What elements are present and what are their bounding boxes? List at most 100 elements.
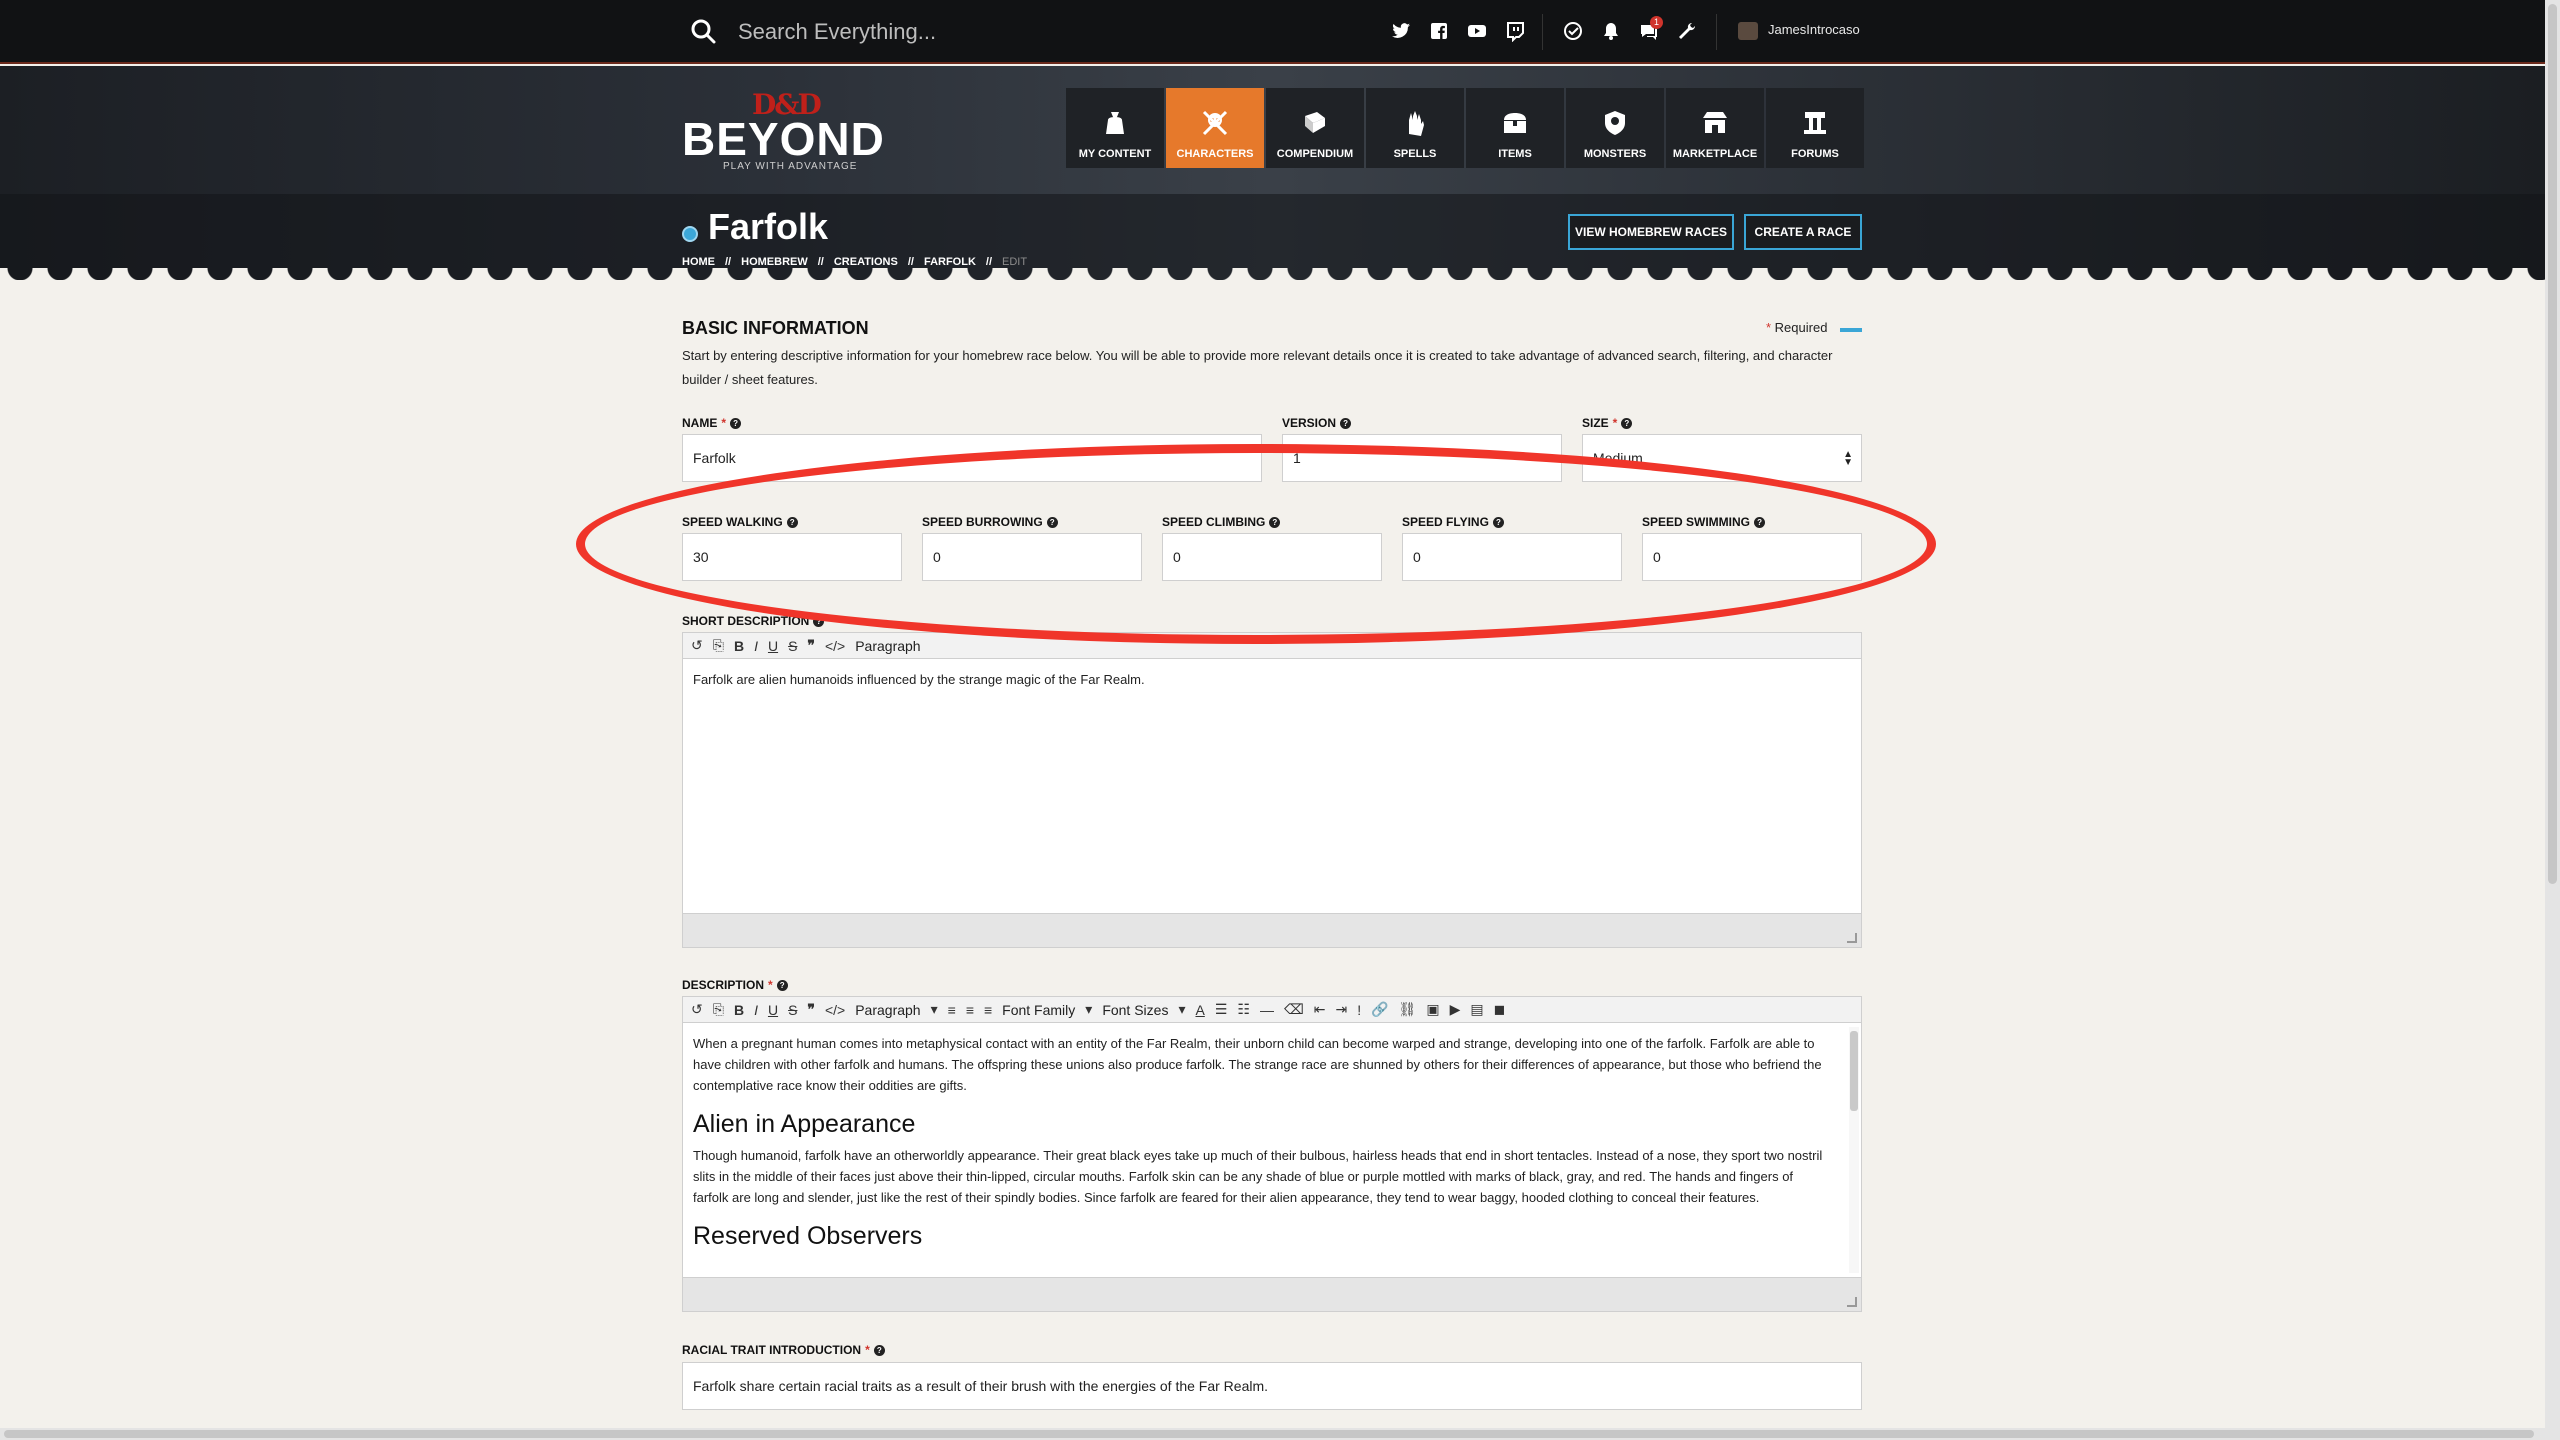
speed-climbing-field[interactable] (1162, 533, 1382, 581)
image-icon[interactable]: ▣ (1426, 1001, 1439, 1018)
align-left-icon[interactable]: ≡ (948, 1002, 956, 1018)
bell-icon[interactable] (1600, 20, 1622, 42)
facebook-icon[interactable] (1428, 20, 1450, 42)
breadcrumb-homebrew[interactable]: HOMEBREW (741, 256, 808, 268)
help-icon[interactable]: ? (1754, 516, 1766, 528)
description-content[interactable]: When a pregnant human comes into metaphy… (683, 1023, 1861, 1275)
outdent-icon[interactable]: ⇤ (1314, 1001, 1326, 1018)
dropdown-caret-icon[interactable]: ▾ (931, 1001, 938, 1018)
nav-forums[interactable]: FORUMS (1766, 88, 1864, 168)
page-scrollbar[interactable] (2545, 0, 2560, 1440)
clear-format-icon[interactable]: ⌫ (1284, 1001, 1304, 1018)
help-icon[interactable]: ? (730, 417, 742, 429)
help-icon[interactable]: ? (1492, 516, 1504, 528)
breadcrumb-farfolk[interactable]: FARFOLK (924, 256, 976, 268)
nav-compendium[interactable]: COMPENDIUM (1266, 88, 1364, 168)
align-center-icon[interactable]: ≡ (966, 1002, 974, 1018)
short-description-content[interactable]: Farfolk are alien humanoids influenced b… (683, 659, 1861, 700)
code-icon[interactable]: </> (825, 1002, 845, 1018)
version-field[interactable] (1282, 434, 1562, 482)
underline-icon[interactable]: U (768, 638, 778, 654)
description-editor[interactable]: ↺ ⎘ B I U S ❞ </> Paragraph ▾ ≡ ≡ ≡ Font… (682, 996, 1862, 1312)
help-icon[interactable]: ? (776, 979, 788, 991)
breadcrumb-creations[interactable]: CREATIONS (834, 256, 898, 268)
numbered-list-icon[interactable]: ☷ (1237, 1001, 1250, 1018)
speed-flying-label: SPEED FLYING? (1402, 515, 1504, 529)
paragraph-select[interactable]: Paragraph (855, 638, 920, 654)
search-icon[interactable] (690, 18, 716, 44)
font-sizes-select[interactable]: Font Sizes (1102, 1002, 1168, 1018)
resize-handle-icon[interactable] (1847, 1297, 1857, 1307)
horizontal-scrollbar[interactable] (0, 1428, 2545, 1440)
help-icon[interactable]: ? (1340, 417, 1352, 429)
undo-icon[interactable]: ↺ (691, 1001, 703, 1018)
source-icon[interactable]: ◼ (1494, 1001, 1506, 1018)
link-icon[interactable]: 🔗 (1371, 1001, 1388, 1018)
nav-items[interactable]: ITEMS (1466, 88, 1564, 168)
speed-burrowing-field[interactable] (922, 533, 1142, 581)
strikethrough-icon[interactable]: S (788, 638, 797, 654)
twitter-icon[interactable] (1390, 20, 1412, 42)
logo-wordmark[interactable]: BEYOND (682, 112, 885, 166)
italic-icon[interactable]: I (754, 638, 758, 654)
unlink-icon[interactable]: ⛓ (1399, 1001, 1417, 1018)
alert-icon[interactable]: ! (1357, 1002, 1361, 1018)
media-icon[interactable]: ▶ (1450, 1001, 1461, 1018)
help-icon[interactable]: ? (1046, 516, 1058, 528)
help-icon[interactable]: ? (1269, 516, 1281, 528)
search-input[interactable] (738, 14, 1258, 50)
paste-icon[interactable]: ⎘ (713, 1001, 724, 1018)
help-icon[interactable]: ? (873, 1344, 885, 1356)
strikethrough-icon[interactable]: S (788, 1002, 797, 1018)
breadcrumb-home[interactable]: HOME (682, 256, 715, 268)
name-field[interactable] (682, 434, 1262, 482)
scrollbar-thumb[interactable] (4, 1430, 2534, 1438)
underline-icon[interactable]: U (768, 1002, 778, 1018)
help-icon[interactable]: ? (786, 516, 798, 528)
youtube-icon[interactable] (1466, 20, 1488, 42)
dice-icon[interactable] (1562, 20, 1584, 42)
speed-climbing-label-text: SPEED CLIMBING (1162, 515, 1266, 529)
nav-my-content[interactable]: MY CONTENT (1066, 88, 1164, 168)
bold-icon[interactable]: B (734, 1002, 744, 1018)
scrollbar-thumb[interactable] (1850, 1031, 1858, 1111)
nav-marketplace[interactable]: MARKETPLACE (1666, 88, 1764, 168)
paste-icon[interactable]: ⎘ (713, 637, 724, 654)
indent-icon[interactable]: ⇥ (1335, 1001, 1347, 1018)
horizontal-rule-icon[interactable]: — (1260, 1002, 1274, 1018)
view-homebrew-races-button[interactable]: VIEW HOMEBREW RACES (1568, 214, 1734, 250)
help-icon[interactable]: ? (1621, 417, 1633, 429)
racial-trait-intro-field[interactable] (682, 1362, 1862, 1410)
italic-icon[interactable]: I (754, 1002, 758, 1018)
nav-monsters[interactable]: MONSTERS (1566, 88, 1664, 168)
bullet-list-icon[interactable]: ☰ (1215, 1001, 1228, 1018)
twitch-icon[interactable] (1504, 20, 1526, 43)
dropdown-caret-icon[interactable]: ▾ (1085, 1001, 1092, 1018)
nav-spells[interactable]: SPELLS (1366, 88, 1464, 168)
speed-walking-field[interactable] (682, 533, 902, 581)
speed-flying-field[interactable] (1402, 533, 1622, 581)
nav-characters[interactable]: CHARACTERS (1166, 88, 1264, 168)
create-race-button[interactable]: CREATE A RACE (1744, 214, 1862, 250)
help-icon[interactable]: ? (813, 615, 825, 627)
text-color-icon[interactable]: A (1195, 1002, 1204, 1018)
speed-swimming-field[interactable] (1642, 533, 1862, 581)
scrollbar-thumb[interactable] (2548, 4, 2557, 884)
dropdown-caret-icon[interactable]: ▾ (1178, 1001, 1185, 1018)
document-icon[interactable]: ▤ (1470, 1001, 1483, 1018)
wrench-icon[interactable] (1676, 20, 1698, 42)
size-select[interactable]: Medium ▲ ▼ (1582, 434, 1862, 482)
code-icon[interactable]: </> (825, 638, 845, 654)
blockquote-icon[interactable]: ❞ (807, 637, 815, 654)
font-family-select[interactable]: Font Family (1002, 1002, 1075, 1018)
bold-icon[interactable]: B (734, 638, 744, 654)
resize-handle-icon[interactable] (1847, 933, 1857, 943)
username[interactable]: JamesIntrocaso (1768, 22, 1860, 37)
editor-scrollbar[interactable] (1849, 1027, 1859, 1273)
paragraph-select[interactable]: Paragraph (855, 1002, 920, 1018)
avatar[interactable] (1738, 22, 1758, 40)
undo-icon[interactable]: ↺ (691, 637, 703, 654)
align-right-icon[interactable]: ≡ (984, 1002, 992, 1018)
blockquote-icon[interactable]: ❞ (807, 1001, 815, 1018)
short-description-editor[interactable]: ↺ ⎘ B I U S ❞ </> Paragraph Farfolk are … (682, 632, 1862, 948)
